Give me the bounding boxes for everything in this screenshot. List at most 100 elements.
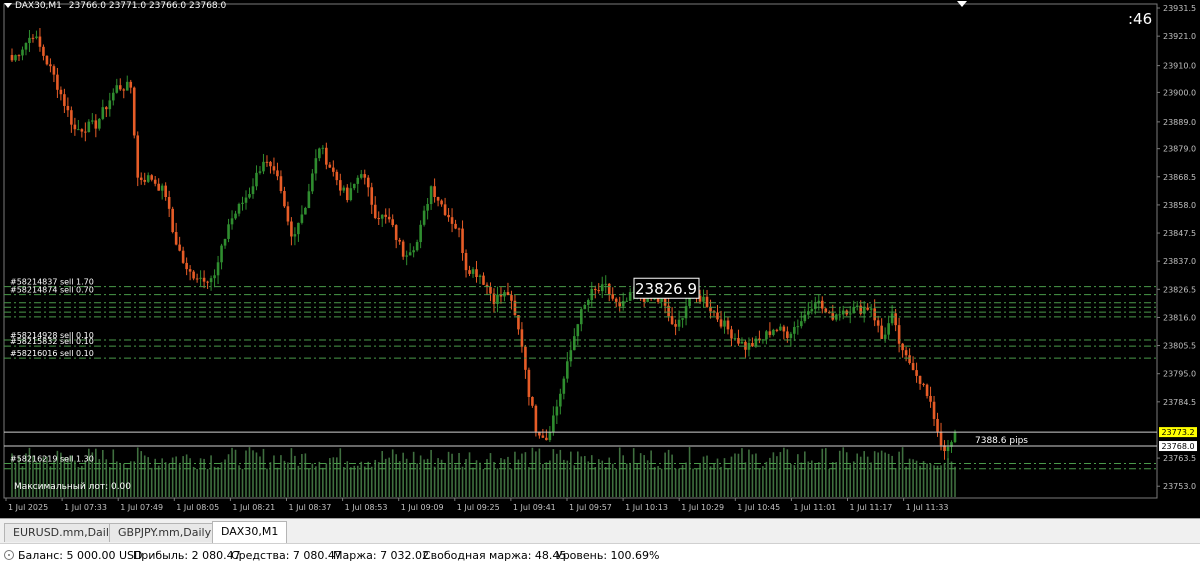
candle-body [73,124,77,130]
candle-body [901,343,904,351]
candle-body [848,313,852,315]
tab-eurusd[interactable]: EURUSD.mm,Daily [4,523,125,542]
crosshair-price-text: 23826.9 [635,280,697,298]
tab-dax30[interactable]: DAX30,M1 [212,521,288,543]
candle-body [496,294,499,304]
candle-body [419,224,422,243]
candle-body [181,250,185,263]
candle-body [286,206,290,222]
x-tick-label: 1 Jul 10:45 [737,503,780,512]
candle-body [101,107,105,119]
candle-body [939,431,943,446]
candle-body [614,298,618,302]
candle-body [660,298,663,302]
candle-body [160,185,164,191]
account-status-bar: Баланс: 5 000.00 USD Прибыль: 2 080.47 С… [0,543,1200,568]
candle-body [307,191,311,208]
candle-body [321,147,325,149]
candle-body [300,214,304,223]
profit-label: Прибыль: 2 080.47 [133,549,241,562]
candle-body [415,242,419,251]
y-tick-label: 23889.0 [1163,118,1196,127]
candle-body [132,87,136,136]
candle-body [408,252,412,256]
candle-body [562,378,566,394]
candle-body [862,307,866,314]
candle-body [531,396,534,406]
price-chart[interactable]: #58214837 sell 1.70#58214874 sell 0.70#5… [0,0,1200,518]
candle-body [216,262,220,276]
candle-body [953,432,957,443]
candle-body [946,446,950,452]
candle-body [904,350,908,356]
candle-body [111,92,115,101]
y-tick-label: 23826.5 [1163,285,1196,294]
candle-body [772,329,775,335]
candle-body [206,281,209,283]
candle-body [244,197,248,203]
candle-body [454,223,457,229]
x-tick-label: 1 Jul 08:53 [345,503,388,512]
margin-level-label: Уровень: 100.69% [556,549,660,562]
y-tick-label: 23763.5 [1163,454,1196,463]
candle-body [674,324,677,327]
candle-body [576,324,580,337]
x-tick-label: 1 Jul 11:33 [906,503,949,512]
x-tick-label: 1 Jul 2025 [8,503,48,512]
candle-body [77,129,80,131]
max-lot-label: Максимальный лот: 0.00 [14,482,132,492]
candle-body [115,85,119,93]
candle-body [146,175,150,182]
account-status-icon [4,550,14,560]
candle-body [436,196,440,201]
candle-body [925,384,929,396]
candle-body [70,110,73,125]
candle-body [356,177,360,184]
candle-body [813,303,817,310]
candle-body [31,37,35,39]
candle-body [461,228,464,254]
candle-body [607,283,611,295]
candle-body [342,187,346,191]
candle-body [118,85,122,90]
candle-body [125,81,129,91]
candle-timer: :46 [1128,10,1153,28]
candle-body [597,290,601,292]
candle-body [227,224,230,239]
candle-body [174,232,178,245]
candle-body [380,214,384,219]
candle-body [279,176,283,192]
candle-body [237,203,241,214]
candle-body [150,175,154,180]
candle-body [28,37,31,44]
candle-body [122,89,126,91]
candle-body [66,105,70,111]
candle-body [143,179,147,182]
y-tick-label: 23837.0 [1163,257,1196,266]
candle-body [87,121,91,133]
candle-body [384,214,388,217]
dropdown-arrow-icon[interactable] [4,3,12,8]
candle-body [800,321,803,327]
candle-body [625,300,628,302]
candle-body [730,329,733,339]
symbol-label: DAX30,M1 [15,1,62,11]
candle-body [209,278,213,283]
chart-area[interactable]: #58214837 sell 1.70 #58214874 sell 0.70 #5… [0,0,1200,518]
candle-body [520,329,524,347]
candle-body [98,118,101,129]
candle-body [545,437,548,441]
candle-body [136,135,140,178]
candle-body [936,418,939,432]
candle-body [869,308,873,310]
x-tick-label: 1 Jul 07:33 [64,503,107,512]
candle-body [377,218,381,220]
y-tick-label: 23816.0 [1163,313,1196,322]
candle-body [426,204,429,211]
margin-label: Маржа: 7 032.02 [333,549,430,562]
tab-gbpjpy[interactable]: GBPJPY.mm,Daily [109,523,221,542]
candle-body [789,333,793,338]
candle-body [932,401,936,419]
x-tick-label: 1 Jul 07:49 [120,503,163,512]
x-tick-label: 1 Jul 09:25 [457,503,500,512]
